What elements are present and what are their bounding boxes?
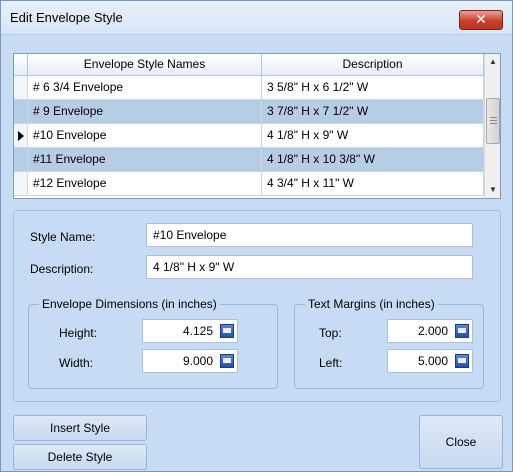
scroll-up-button[interactable]: ▲ xyxy=(485,54,501,70)
row-pointer-icon xyxy=(18,131,24,141)
left-margin-field[interactable]: 5.000 xyxy=(387,349,473,373)
top-margin-label: Top: xyxy=(319,326,342,340)
row-selector[interactable] xyxy=(14,124,28,148)
row-selector[interactable] xyxy=(14,172,28,196)
window-title: Edit Envelope Style xyxy=(10,10,123,25)
cell-style-name[interactable]: #10 Envelope xyxy=(28,124,262,148)
top-margin-field[interactable]: 2.000 xyxy=(387,319,473,343)
table-row[interactable]: #12 Envelope 4 3/4" H x 11" W xyxy=(14,172,484,196)
style-details-panel: Style Name: #10 Envelope Description: 4 … xyxy=(13,210,501,402)
width-label: Width: xyxy=(59,356,94,370)
row-selector[interactable] xyxy=(14,148,28,172)
row-selector[interactable] xyxy=(14,100,28,124)
height-field[interactable]: 4.125 xyxy=(142,319,238,343)
height-value: 4.125 xyxy=(182,324,213,338)
table-row[interactable]: #11 Envelope 4 1/8" H x 10 3/8" W xyxy=(14,148,484,172)
table-row[interactable]: # 9 Envelope 3 7/8" H x 7 1/2" W xyxy=(14,100,484,124)
envelope-dimensions-title: Envelope Dimensions (in inches) xyxy=(39,297,220,311)
cell-style-name[interactable]: # 6 3/4 Envelope xyxy=(28,76,262,100)
text-margins-title: Text Margins (in inches) xyxy=(305,297,438,311)
cell-style-name[interactable]: # 9 Envelope xyxy=(28,100,262,124)
edit-envelope-style-dialog: Edit Envelope Style ✕ Envelope Style Nam… xyxy=(0,0,513,472)
style-name-field[interactable]: #10 Envelope xyxy=(146,223,473,247)
cell-description[interactable]: 3 5/8" H x 6 1/2" W xyxy=(262,76,484,100)
delete-style-button[interactable]: Delete Style xyxy=(13,444,147,470)
column-header-description[interactable]: Description xyxy=(262,54,484,76)
text-margins-group: Text Margins (in inches) Top: 2.000 Left… xyxy=(294,297,484,389)
scroll-up-icon: ▲ xyxy=(489,57,497,66)
style-name-label: Style Name: xyxy=(30,230,96,244)
left-margin-calculator-icon[interactable] xyxy=(455,354,469,368)
top-margin-calculator-icon[interactable] xyxy=(455,324,469,338)
grid-scrollbar[interactable]: ▲ ▼ xyxy=(484,54,500,198)
scroll-down-icon: ▼ xyxy=(489,185,497,194)
close-button[interactable]: Close xyxy=(419,415,503,469)
width-field[interactable]: 9.000 xyxy=(142,349,238,373)
title-bar: Edit Envelope Style ✕ xyxy=(1,1,512,35)
cell-style-name[interactable]: #12 Envelope xyxy=(28,172,262,196)
header-selector-cell xyxy=(14,54,28,76)
envelope-dimensions-group: Envelope Dimensions (in inches) Height: … xyxy=(28,297,278,389)
left-margin-label: Left: xyxy=(319,356,343,370)
envelope-styles-grid: Envelope Style Names Description # 6 3/4… xyxy=(13,53,501,199)
height-label: Height: xyxy=(59,326,98,340)
table-row[interactable]: # 6 3/4 Envelope 3 5/8" H x 6 1/2" W xyxy=(14,76,484,100)
scroll-down-button[interactable]: ▼ xyxy=(485,182,501,198)
description-label: Description: xyxy=(30,262,94,276)
column-header-style-names[interactable]: Envelope Style Names xyxy=(28,54,262,76)
top-margin-value: 2.000 xyxy=(417,324,448,338)
insert-style-button[interactable]: Insert Style xyxy=(13,415,147,441)
grid-header: Envelope Style Names Description xyxy=(14,54,484,76)
cell-description[interactable]: 4 3/4" H x 11" W xyxy=(262,172,484,196)
cell-description[interactable]: 4 1/8" H x 9" W xyxy=(262,124,484,148)
cell-style-name[interactable]: #11 Envelope xyxy=(28,148,262,172)
row-selector[interactable] xyxy=(14,76,28,100)
width-calculator-icon[interactable] xyxy=(220,354,234,368)
cell-description[interactable]: 4 1/8" H x 10 3/8" W xyxy=(262,148,484,172)
close-icon: ✕ xyxy=(475,11,487,27)
scroll-thumb[interactable] xyxy=(486,98,500,144)
table-row[interactable]: #10 Envelope 4 1/8" H x 9" W xyxy=(14,124,484,148)
close-window-button[interactable]: ✕ xyxy=(459,10,503,30)
left-margin-value: 5.000 xyxy=(417,354,448,368)
height-calculator-icon[interactable] xyxy=(220,324,234,338)
description-field[interactable]: 4 1/8" H x 9" W xyxy=(146,255,473,279)
width-value: 9.000 xyxy=(182,354,213,368)
cell-description[interactable]: 3 7/8" H x 7 1/2" W xyxy=(262,100,484,124)
